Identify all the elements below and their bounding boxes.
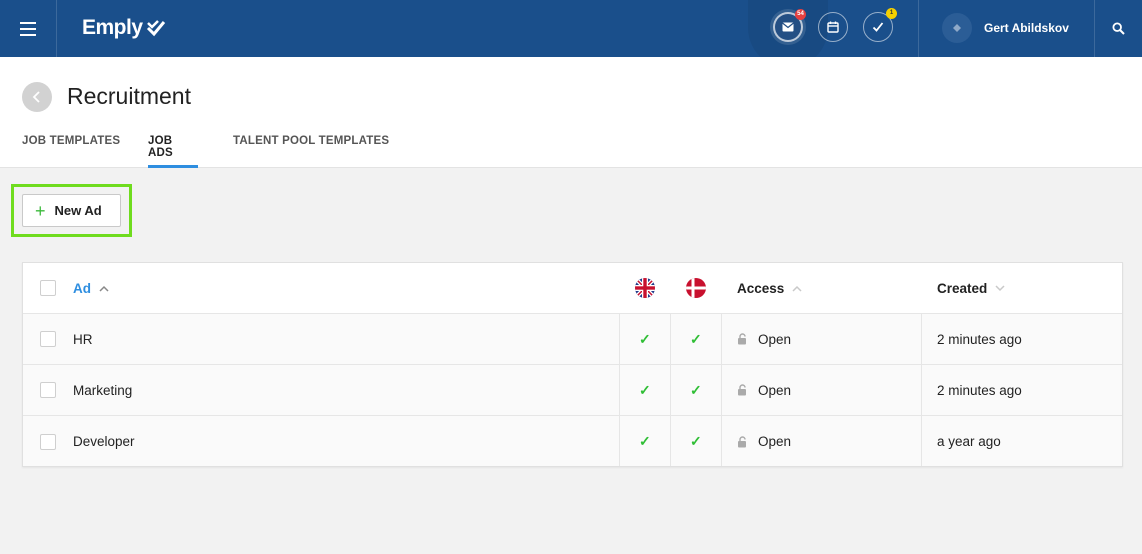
divider bbox=[918, 0, 919, 57]
english-check-icon: ✓ bbox=[639, 381, 651, 398]
column-header-ad[interactable]: Ad bbox=[73, 263, 109, 313]
user-name: Gert Abildskov bbox=[984, 21, 1069, 35]
row-checkbox[interactable] bbox=[40, 365, 56, 415]
tasks-badge: 1 bbox=[886, 8, 897, 19]
page-header: Recruitment JOB TEMPLATES JOB ADS TALENT… bbox=[0, 57, 1142, 168]
search-icon bbox=[1111, 22, 1125, 35]
job-ads-table: Ad Access Created HR ✓ ✓ Open 2 minutes … bbox=[22, 262, 1123, 467]
column-header-access[interactable]: Access bbox=[737, 263, 802, 313]
dk-flag-icon bbox=[686, 263, 706, 313]
menu-icon[interactable] bbox=[0, 0, 56, 57]
tasks-button[interactable]: 1 bbox=[863, 8, 897, 42]
select-all-checkbox[interactable] bbox=[40, 263, 56, 313]
new-ad-button[interactable]: + New Ad bbox=[22, 194, 121, 227]
danish-check-icon: ✓ bbox=[690, 433, 702, 449]
access-value: Open bbox=[758, 331, 792, 347]
english-check-icon: ✓ bbox=[639, 330, 651, 347]
sort-ascending-icon bbox=[99, 285, 109, 292]
access-cell: Open bbox=[737, 365, 791, 415]
diamond-icon bbox=[953, 24, 961, 32]
created-value: a year ago bbox=[937, 434, 1001, 449]
uk-flag-icon bbox=[635, 263, 655, 313]
back-button[interactable] bbox=[22, 82, 52, 112]
logo-text: Emply bbox=[82, 16, 143, 39]
table-row[interactable]: HR ✓ ✓ Open 2 minutes ago bbox=[23, 314, 1122, 365]
calendar-button[interactable] bbox=[818, 12, 848, 42]
ad-name[interactable]: HR bbox=[73, 314, 93, 364]
mail-icon bbox=[782, 22, 794, 32]
tab-job-ads[interactable]: JOB ADS bbox=[148, 135, 198, 168]
checkmark-icon bbox=[872, 22, 884, 32]
tab-talent-pool-templates[interactable]: TALENT POOL TEMPLATES bbox=[233, 135, 389, 168]
logo-mark-icon bbox=[146, 20, 165, 37]
messages-badge: 54 bbox=[795, 9, 806, 20]
column-header-created-label: Created bbox=[937, 280, 988, 296]
column-header-created[interactable]: Created bbox=[937, 263, 1005, 313]
divider bbox=[56, 0, 57, 57]
row-checkbox[interactable] bbox=[40, 416, 56, 467]
column-header-access-label: Access bbox=[737, 280, 785, 296]
new-ad-label: New Ad bbox=[54, 203, 102, 218]
user-menu[interactable]: Gert Abildskov bbox=[942, 13, 1069, 43]
column-header-ad-label: Ad bbox=[73, 280, 91, 296]
ad-name[interactable]: Developer bbox=[73, 416, 135, 467]
access-value: Open bbox=[758, 434, 792, 449]
english-check-icon: ✓ bbox=[639, 433, 651, 449]
emply-logo[interactable]: Emply bbox=[82, 14, 166, 42]
tab-job-templates[interactable]: JOB TEMPLATES bbox=[22, 135, 120, 168]
table-row[interactable]: Marketing ✓ ✓ Open 2 minutes ago bbox=[23, 365, 1122, 416]
danish-check-icon: ✓ bbox=[690, 381, 702, 398]
table-row[interactable]: Developer ✓ ✓ Open a year ago bbox=[23, 416, 1122, 467]
unlock-icon bbox=[738, 384, 746, 396]
row-checkbox[interactable] bbox=[40, 314, 56, 364]
sort-ascending-icon bbox=[792, 285, 802, 292]
access-value: Open bbox=[758, 382, 792, 398]
page-title: Recruitment bbox=[67, 83, 191, 109]
search-button[interactable] bbox=[1094, 0, 1142, 57]
top-navigation-bar: Emply 54 1 Gert Abildskov bbox=[0, 0, 1142, 68]
unlock-icon bbox=[738, 435, 746, 447]
unlock-icon bbox=[738, 333, 746, 345]
calendar-icon bbox=[827, 21, 839, 33]
ad-name[interactable]: Marketing bbox=[73, 365, 132, 415]
messages-button[interactable]: 54 bbox=[773, 9, 806, 42]
table-header-row: Ad Access Created bbox=[23, 263, 1122, 314]
chevron-left-icon bbox=[32, 91, 40, 103]
access-cell: Open bbox=[737, 416, 791, 467]
avatar bbox=[942, 13, 972, 43]
access-cell: Open bbox=[737, 314, 791, 364]
created-value: 2 minutes ago bbox=[937, 331, 1022, 347]
created-value: 2 minutes ago bbox=[937, 382, 1022, 398]
sort-descending-icon bbox=[995, 284, 1005, 291]
danish-check-icon: ✓ bbox=[690, 330, 702, 347]
plus-icon: + bbox=[35, 200, 46, 221]
